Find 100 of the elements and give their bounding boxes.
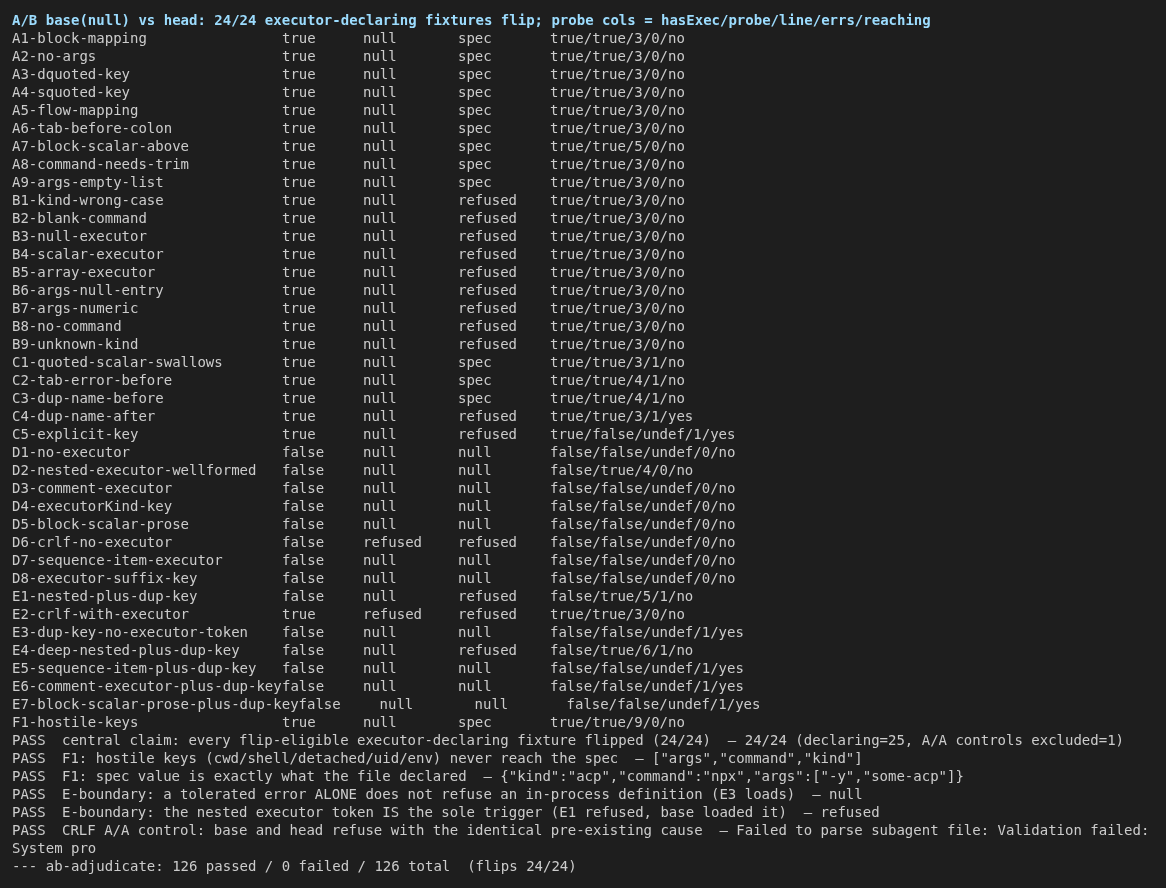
probe-value: true/false/undef/1/yes (550, 425, 736, 443)
probe-value: true/true/3/0/no (550, 263, 685, 281)
base-value: null (363, 65, 398, 83)
status-label: PASS (12, 767, 47, 785)
base-value: null (363, 515, 398, 533)
has-exec-value: false (282, 443, 326, 461)
fixture-name: D5-block-scalar-prose (12, 515, 190, 533)
head-value: refused (458, 209, 518, 227)
head-value: refused (458, 281, 518, 299)
probe-value: false/false/undef/1/yes (550, 623, 744, 641)
head-value: spec (458, 371, 493, 389)
head-value: spec (458, 155, 493, 173)
probe-value: false/false/undef/0/no (550, 569, 736, 587)
probe-value: true/true/3/1/no (550, 353, 685, 371)
head-value: null (458, 569, 493, 587)
base-value: null (363, 173, 398, 191)
head-value: refused (458, 605, 518, 623)
fixture-name: B3-null-executor (12, 227, 148, 245)
fixture-name: A7-block-scalar-above (12, 137, 190, 155)
base-value: null (363, 209, 398, 227)
fixture-name: D3-comment-executor (12, 479, 174, 497)
base-value: null (363, 299, 398, 317)
has-exec-value: true (282, 335, 317, 353)
has-exec-value: false (282, 659, 326, 677)
head-value: spec (458, 101, 493, 119)
fixture-name: B4-scalar-executor (12, 245, 165, 263)
base-value: null (363, 659, 398, 677)
probe-value: true/true/3/0/no (550, 209, 685, 227)
head-value: refused (458, 641, 518, 659)
probe-value: true/true/3/1/yes (550, 407, 694, 425)
base-value: null (363, 443, 398, 461)
probe-value: false/false/undef/0/no (550, 479, 736, 497)
head-value: refused (458, 317, 518, 335)
has-exec-value: true (282, 713, 317, 731)
fixture-name: E3-dup-key-no-executor-token (12, 623, 249, 641)
probe-value: false/false/undef/1/yes (550, 677, 744, 695)
probe-value: false/false/undef/1/yes (566, 695, 761, 713)
base-value: null (363, 371, 398, 389)
probe-value: true/true/3/0/no (550, 65, 685, 83)
has-exec-value: false (282, 533, 326, 551)
fixture-name: A9-args-empty-list (12, 173, 165, 191)
status-label: PASS (12, 803, 47, 821)
head-value: spec (458, 65, 493, 83)
probe-value: true/true/3/0/no (550, 119, 685, 137)
has-exec-value: true (282, 137, 317, 155)
base-value: null (363, 227, 398, 245)
fixture-name: B2-blank-command (12, 209, 148, 227)
fixture-name: C3-dup-name-before (12, 389, 165, 407)
has-exec-value: true (282, 245, 317, 263)
probe-value: true/true/3/0/no (550, 605, 685, 623)
has-exec-value: false (282, 587, 326, 605)
has-exec-value: true (282, 155, 317, 173)
head-value: refused (458, 263, 518, 281)
has-exec-value: true (282, 407, 317, 425)
head-value: null (458, 515, 493, 533)
head-value: refused (458, 533, 518, 551)
check-message: F1: spec value is exactly what the file declared — {"kind":"acp","command":"npx","args":["-y","some-acp"]} (62, 767, 964, 785)
fixture-name: B1-kind-wrong-case (12, 191, 165, 209)
head-value: refused (458, 191, 518, 209)
has-exec-value: true (282, 317, 317, 335)
fixture-name: A8-command-needs-trim (12, 155, 190, 173)
base-value: null (363, 479, 398, 497)
probe-value: false/false/undef/1/yes (550, 659, 744, 677)
has-exec-value: true (282, 83, 317, 101)
probe-value: true/true/3/0/no (550, 335, 685, 353)
probe-value: false/true/6/1/no (550, 641, 694, 659)
probe-value: true/true/3/0/no (550, 173, 685, 191)
base-value: null (363, 641, 398, 659)
probe-value: true/true/3/0/no (550, 83, 685, 101)
head-value: spec (458, 83, 493, 101)
has-exec-value: true (282, 371, 317, 389)
fixture-name: E2-crlf-with-executor (12, 605, 190, 623)
check-message: E-boundary: the nested executor token IS the sole trigger (E1 refused, base loaded it) — refused (62, 803, 880, 821)
has-exec-value: true (282, 263, 317, 281)
fixture-name: C5-explicit-key (12, 425, 140, 443)
base-value: refused (363, 533, 423, 551)
probe-value: true/true/3/0/no (550, 29, 685, 47)
probe-value: false/true/5/1/no (550, 587, 694, 605)
fixture-name: A5-flow-mapping (12, 101, 140, 119)
base-value: null (363, 155, 398, 173)
probe-value: true/true/5/0/no (550, 137, 685, 155)
probe-value: true/true/4/1/no (550, 389, 685, 407)
fixture-name: A3-dquoted-key (12, 65, 131, 83)
base-value: null (363, 713, 398, 731)
base-value: null (363, 461, 398, 479)
base-value: null (363, 137, 398, 155)
fixture-name: B8-no-command (12, 317, 123, 335)
fixture-name: B7-args-numeric (12, 299, 140, 317)
head-value: spec (458, 47, 493, 65)
head-value: null (458, 479, 493, 497)
has-exec-value: false (282, 461, 326, 479)
check-message: CRLF A/A control: base and head refuse with the identical pre-existing cause — Failed to parse subagent file: Validation failed: (62, 821, 1150, 839)
has-exec-value: false (282, 497, 326, 515)
fixture-name: C2-tab-error-before (12, 371, 174, 389)
head-value: null (458, 461, 493, 479)
check-message: central claim: every flip-eligible executor-declaring fixture flipped (24/24) — 24/24 (declaring=25, A/A controls excluded=1) (62, 731, 1125, 749)
head-value: null (458, 659, 493, 677)
base-value: null (363, 83, 398, 101)
fixture-name: E1-nested-plus-dup-key (12, 587, 199, 605)
probe-value: true/true/3/0/no (550, 47, 685, 65)
